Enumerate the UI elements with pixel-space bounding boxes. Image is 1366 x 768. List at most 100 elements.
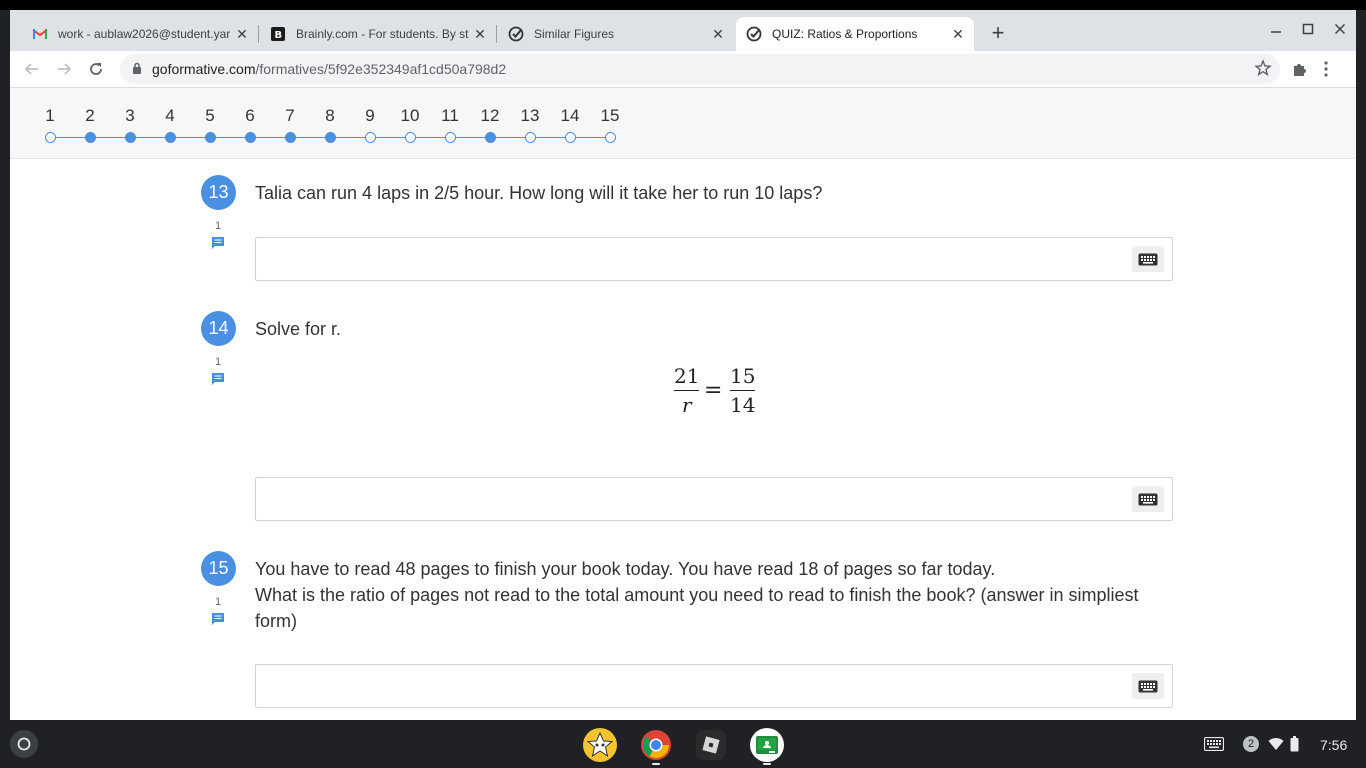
question-nav-dot-answered[interactable]	[204, 132, 216, 143]
question-nav-number[interactable]: 5	[195, 106, 225, 126]
browser-toolbar: goformative.com/formatives/5f92e352349af…	[10, 51, 1356, 88]
gmail-icon	[32, 26, 48, 42]
question-nav-number[interactable]: 8	[315, 106, 345, 126]
close-icon[interactable]: ✕	[472, 26, 488, 42]
question-nav-dot-unanswered[interactable]	[404, 132, 416, 143]
close-icon[interactable]: ✕	[710, 26, 726, 42]
notification-count[interactable]: 2	[1243, 736, 1259, 752]
left-fraction: 21 r	[674, 364, 700, 417]
back-icon[interactable]	[20, 57, 44, 81]
answer-input[interactable]	[255, 664, 1173, 708]
question-number-badge: 15	[201, 551, 236, 586]
question-nav-number[interactable]: 4	[155, 106, 185, 126]
question-nav-number[interactable]: 11	[435, 106, 465, 126]
battery-icon	[1290, 736, 1299, 757]
question-navigator: 1 2 3 4 5 6 7 8 9 10 11 12 13 14 15	[10, 88, 1356, 159]
forward-icon[interactable]	[52, 57, 76, 81]
brainly-icon: B	[270, 26, 286, 42]
close-icon[interactable]: ✕	[950, 26, 966, 42]
window-close-icon[interactable]	[1328, 22, 1352, 42]
lock-icon[interactable]	[132, 62, 142, 80]
question-nav-number[interactable]: 3	[115, 106, 145, 126]
extensions-puzzle-icon[interactable]	[1292, 61, 1308, 82]
keyboard-icon[interactable]	[1132, 673, 1164, 699]
comment-icon[interactable]	[211, 236, 225, 250]
app-running-indicator	[763, 763, 771, 765]
minimize-icon[interactable]	[1264, 22, 1288, 42]
keyboard-icon[interactable]	[1132, 486, 1164, 512]
chrome-icon[interactable]	[639, 728, 673, 762]
question-nav-dot-answered[interactable]	[244, 132, 256, 143]
right-fraction: 15 14	[730, 364, 756, 417]
question-nav-dot-unanswered[interactable]	[604, 132, 616, 143]
question-nav-dot-unanswered[interactable]	[524, 132, 536, 143]
question-nav-number[interactable]: 6	[235, 106, 265, 126]
url-path: /formatives/5f92e352349af1cd50a798d2	[255, 61, 507, 77]
question-nav-number[interactable]: 10	[395, 106, 425, 126]
question-nav-number[interactable]: 12	[475, 106, 505, 126]
equals-sign: =	[704, 378, 723, 403]
question-number-badge: 13	[201, 175, 236, 210]
right-numerator: 15	[730, 364, 756, 388]
url-host: goformative.com	[152, 61, 256, 77]
question-points: 1	[214, 220, 222, 232]
chromeos-shelf: 2 7:56	[0, 720, 1366, 768]
answer-input[interactable]	[255, 237, 1173, 281]
more-menu-icon[interactable]	[1324, 61, 1328, 82]
question-nav-number[interactable]: 15	[595, 106, 625, 126]
question-nav-number[interactable]: 14	[555, 106, 585, 126]
question-nav-dot-answered[interactable]	[84, 132, 96, 143]
question-nav-dot-unanswered[interactable]	[564, 132, 576, 143]
question-points: 1	[214, 356, 222, 368]
tab-quiz-ratios[interactable]: QUIZ: Ratios & Proportions ✕	[736, 17, 974, 51]
tab-brainly[interactable]: B Brainly.com - For students. By st ✕	[260, 17, 496, 51]
question-nav-number[interactable]: 1	[35, 106, 65, 126]
right-denominator: 14	[730, 393, 756, 417]
svg-text:B: B	[275, 30, 283, 41]
question-nav-number[interactable]: 13	[515, 106, 545, 126]
google-classroom-icon[interactable]	[750, 728, 784, 762]
close-icon[interactable]: ✕	[234, 26, 250, 42]
question-nav-dot-answered[interactable]	[284, 132, 296, 143]
screen-top-edge	[0, 0, 1366, 10]
question-nav-number[interactable]: 9	[355, 106, 385, 126]
question-nav-dot-answered[interactable]	[124, 132, 136, 143]
tab-separator	[496, 25, 497, 43]
answer-input[interactable]	[255, 477, 1173, 521]
browser-window: work - aublaw2026@student.yar ✕ B Brainl…	[10, 10, 1356, 720]
tab-similar-figures[interactable]: Similar Figures ✕	[498, 17, 734, 51]
bookmark-star-icon[interactable]	[1254, 59, 1272, 82]
tab-title: Brainly.com - For students. By st	[296, 27, 469, 41]
starface-app-icon[interactable]	[583, 728, 617, 762]
new-tab-button[interactable]: +	[986, 22, 1010, 46]
reload-icon[interactable]	[84, 57, 108, 81]
question-nav-dot-answered[interactable]	[164, 132, 176, 143]
roblox-icon[interactable]	[694, 728, 728, 762]
maximize-icon[interactable]	[1296, 22, 1320, 42]
comment-icon[interactable]	[211, 612, 225, 626]
tab-gmail[interactable]: work - aublaw2026@student.yar ✕	[22, 17, 258, 51]
question-nav-dot-unanswered[interactable]	[364, 132, 376, 143]
question-nav-dot-answered[interactable]	[324, 132, 336, 143]
address-bar[interactable]: goformative.com/formatives/5f92e352349af…	[120, 54, 1280, 84]
question-points: 1	[214, 596, 222, 608]
tab-separator	[258, 25, 259, 43]
question-text-line: You have to read 48 pages to finish your…	[255, 559, 996, 579]
comment-icon[interactable]	[211, 372, 225, 386]
fraction-bar	[730, 390, 756, 391]
tab-title: work - aublaw2026@student.yar	[58, 27, 231, 41]
question-nav-number[interactable]: 7	[275, 106, 305, 126]
keyboard-layout-icon[interactable]	[1203, 736, 1225, 756]
question-nav-dot-answered[interactable]	[484, 132, 496, 143]
status-tray[interactable]: 2 7:56	[1198, 730, 1364, 760]
question-text: You have to read 48 pages to finish your…	[255, 556, 1175, 634]
app-running-indicator	[652, 763, 660, 765]
question-nav-dot-unanswered[interactable]	[444, 132, 456, 143]
question-text: Talia can run 4 laps in 2/5 hour. How lo…	[255, 183, 823, 203]
question-nav-dot-unanswered[interactable]	[44, 132, 56, 143]
launcher-icon[interactable]	[10, 730, 38, 758]
keyboard-icon[interactable]	[1132, 246, 1164, 272]
wifi-icon	[1268, 737, 1284, 756]
question-nav-number[interactable]: 2	[75, 106, 105, 126]
quiz-content: 13 1 Talia can run 4 laps in 2/5 hour. H…	[10, 160, 1356, 720]
